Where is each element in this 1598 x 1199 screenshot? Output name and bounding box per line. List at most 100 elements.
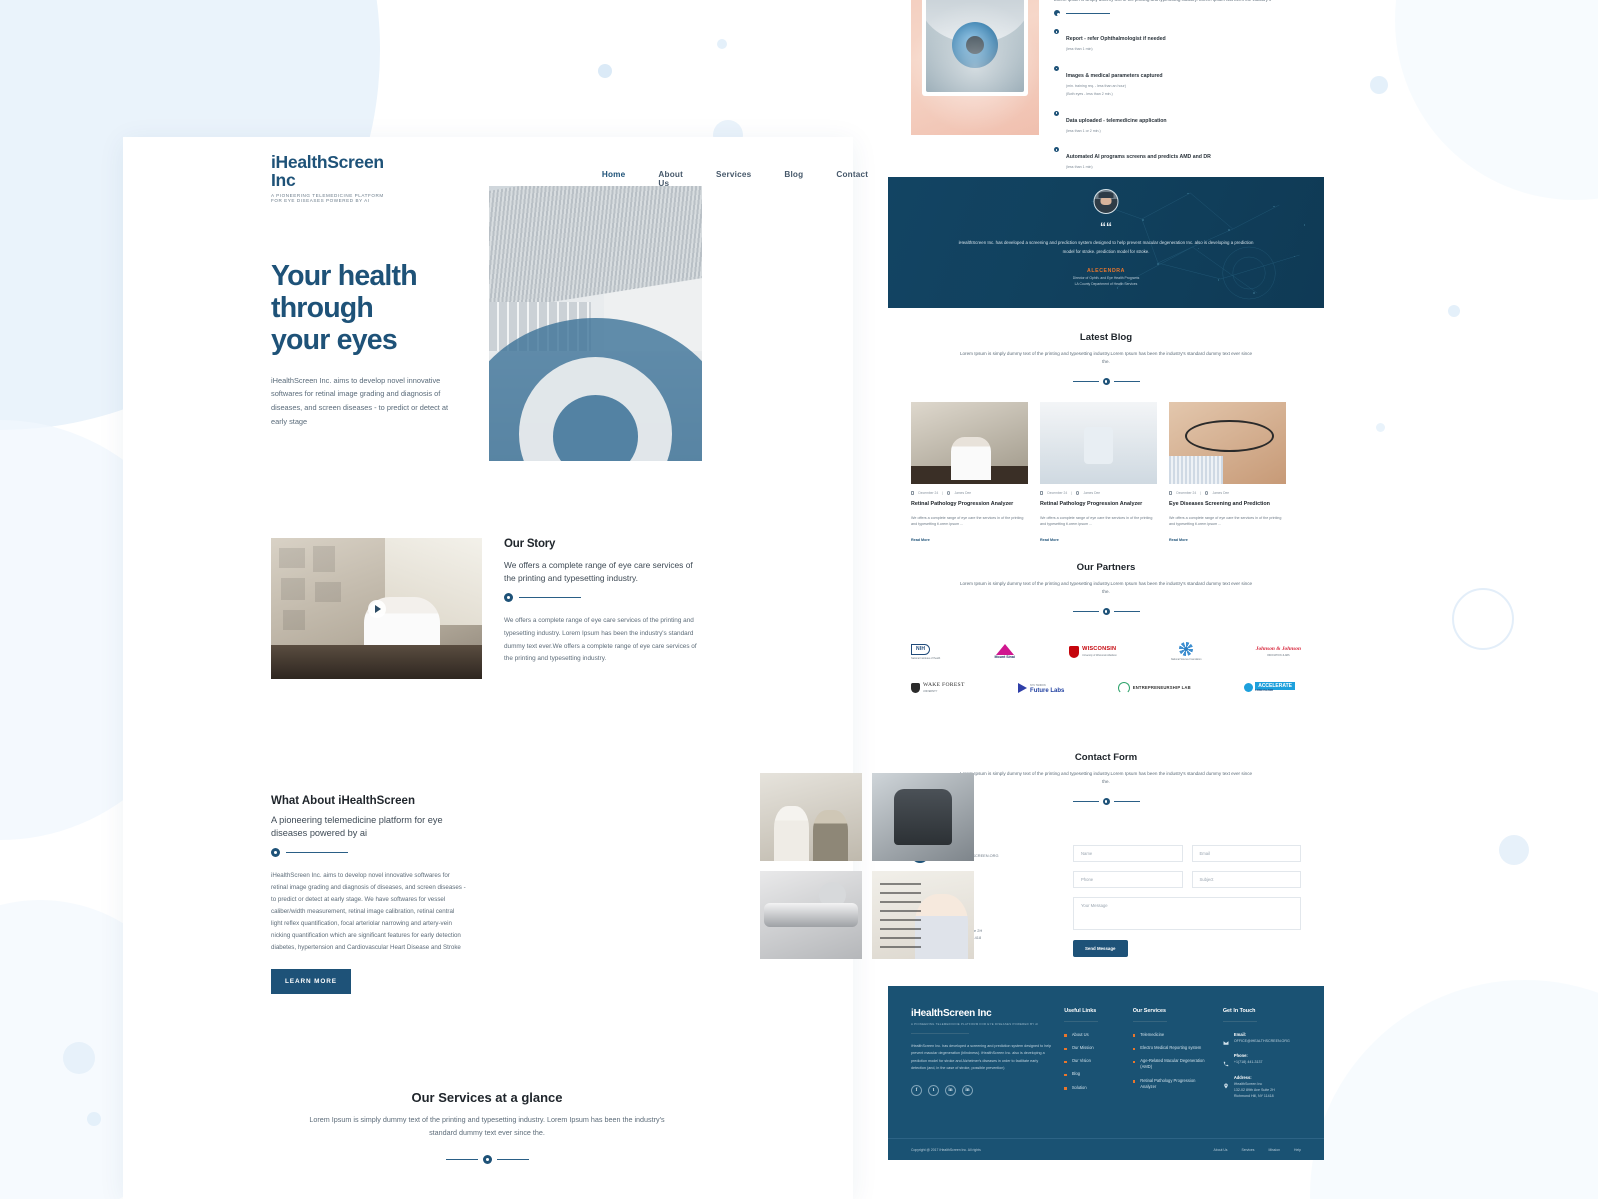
footer-service-item[interactable]: Telemedicine <box>1132 1032 1211 1038</box>
footer-link-about-us[interactable]: About Us <box>1067 1032 1089 1038</box>
what-about-subheading: A pioneering telemedicine platform for e… <box>271 815 443 839</box>
blog-card-title[interactable]: Retinal Pathology Progression Analyzer <box>1040 501 1157 509</box>
section-divider <box>911 377 1301 385</box>
partner-logo-entrepreneurship-lab: ENTREPRENEURSHIP LAB <box>1117 677 1191 699</box>
brand-tagline: A PIONEERING TELEMEDICINE PLATFORM FOR E… <box>271 193 384 203</box>
blog-card-date: December 24 <box>918 490 939 495</box>
footer-service-item[interactable]: Age-Related Macular Degeneration (AMD) <box>1132 1058 1211 1070</box>
footer-service-item[interactable]: Retinal Pathology Progression Analyzer <box>1132 1078 1211 1090</box>
brand-block[interactable]: iHealthScreen Inc A PIONEERING TELEMEDIC… <box>271 152 384 203</box>
blog-card[interactable]: December 24 | James Dee Retinal Patholog… <box>1040 401 1157 546</box>
partner-name-entrepreneurship-lab: ENTREPRENEURSHIP LAB <box>1132 685 1191 691</box>
solution-description: Lorem Ipsum is simply dummy text of the … <box>1054 0 1289 4</box>
blog-card-meta: December 24 | James Dee <box>1040 491 1157 495</box>
footer-rule <box>1132 1021 1167 1022</box>
footer-link-item[interactable]: Our Mission <box>1064 1045 1120 1051</box>
learn-more-button[interactable]: LEARN MORE <box>271 969 351 995</box>
blog-card-read-more[interactable]: Read More <box>911 538 930 542</box>
contact-form-row: Phone Subject <box>1073 870 1301 888</box>
nav-item-services[interactable]: Services <box>716 170 751 188</box>
partner-name-wisconsin: WISCONSIN <box>1082 646 1117 653</box>
blog-description: Lorem Ipsum is simply dummy text of the … <box>959 351 1253 365</box>
footer-bottom-link-help[interactable]: Help <box>1294 1148 1301 1152</box>
blog-card-read-more[interactable]: Read More <box>1040 538 1059 542</box>
footer-columns: iHealthScreen Inc A PIONEERING TELEMEDIC… <box>888 986 1324 1108</box>
email-input[interactable]: Email <box>1191 844 1301 862</box>
wake-forest-shield-icon <box>911 682 920 693</box>
blog-card-title[interactable]: Retinal Pathology Progression Analyzer <box>911 501 1028 509</box>
facebook-icon[interactable]: f <box>911 1084 922 1096</box>
solution-item-note-secondary: (Both eyes - less than 2 min.) <box>1066 91 1113 96</box>
bg-dot-4 <box>1370 76 1388 94</box>
footer-copyright: Copyright @ 2017 iHealthScreen Inc. All … <box>911 1147 981 1152</box>
wisconsin-crest-icon <box>1069 645 1080 658</box>
footer-email-value: OFFICE@IHEALTHSCREEN.ORG <box>1233 1039 1290 1043</box>
eye-icon <box>1054 10 1060 17</box>
contact-form-row: Name Email <box>1073 844 1301 862</box>
nsf-star-icon <box>1179 642 1194 657</box>
footer-link-item[interactable]: Blog <box>1064 1071 1120 1077</box>
footer-link-item[interactable]: About Us <box>1064 1032 1120 1038</box>
partner-logo-grid: NIH National Institutes of Health Mount … <box>911 641 1301 699</box>
solution-item-note: (min. training req. - less than an hour) <box>1066 84 1126 89</box>
blog-card-image <box>1169 401 1286 484</box>
contact-form: Name Email Phone Subject Your Message Se… <box>1061 844 1301 957</box>
our-story-video-thumbnail[interactable] <box>271 538 482 679</box>
footer-link-our-mission[interactable]: Our Mission <box>1067 1045 1094 1051</box>
linkedin-icon[interactable]: in <box>962 1084 973 1096</box>
nav-item-about-us[interactable]: About Us <box>658 170 683 188</box>
partner-sub-nsf: National Science Foundation <box>1170 658 1202 662</box>
blog-card-title[interactable]: Eye Diseases Screening and Prediction <box>1169 501 1286 509</box>
divider-line-right <box>1113 380 1140 382</box>
calendar-icon <box>1169 491 1173 495</box>
blog-card[interactable]: December 24 | James Dee Retinal Patholog… <box>911 401 1028 546</box>
divider-line-left <box>445 1159 478 1161</box>
nav-item-home[interactable]: Home <box>602 170 626 188</box>
testimonial-author-name: ALECENDRA <box>1087 268 1125 274</box>
footer-link-item[interactable]: Solution <box>1064 1085 1120 1091</box>
blog-card-author: James Dee <box>1212 490 1230 495</box>
footer-link-our-vision[interactable]: Our Vision <box>1067 1058 1091 1064</box>
footer-service-amd[interactable]: Age-Related Macular Degeneration (AMD) <box>1135 1058 1211 1070</box>
footer-link-solution[interactable]: Solution <box>1067 1085 1087 1091</box>
footer-service-telemedicine[interactable]: Telemedicine <box>1135 1032 1164 1038</box>
eye-icon <box>1102 797 1110 805</box>
footer-bottom-link-mission[interactable]: Mission <box>1269 1148 1281 1152</box>
subject-input[interactable]: Subject <box>1191 870 1301 888</box>
partners-section: Our Partners Lorem Ipsum is simply dummy… <box>888 562 1324 713</box>
footer-service-electro-medical[interactable]: Electro Medical Reporting system <box>1135 1045 1201 1051</box>
bullet-eye-icon <box>1054 110 1059 116</box>
blog-card[interactable]: December 24 | James Dee Eye Diseases Scr… <box>1169 401 1286 546</box>
footer-bottom-link-services[interactable]: Services <box>1242 1148 1255 1152</box>
send-message-button[interactable]: Send Message <box>1073 939 1128 957</box>
twitter-icon[interactable]: t <box>928 1084 939 1096</box>
bg-dot-7 <box>1499 835 1529 865</box>
footer-link-item[interactable]: Our Vision <box>1064 1058 1120 1064</box>
partner-logo-wisconsin: WISCONSIN University of Wisconsin-Madiso… <box>1069 641 1117 663</box>
blog-section: Latest Blog Lorem Ipsum is simply dummy … <box>888 332 1324 546</box>
footer-bottom-link-about-us[interactable]: About Us <box>1214 1148 1228 1152</box>
user-icon <box>1205 491 1209 495</box>
name-input[interactable]: Name <box>1073 844 1183 862</box>
solution-item-title: Report - refer Ophthalmologist if needed <box>1066 36 1166 43</box>
avatar-face <box>1100 196 1112 205</box>
footer-link-blog[interactable]: Blog <box>1067 1071 1080 1077</box>
brand-title: iHealthScreen Inc <box>271 152 384 190</box>
what-about-section: What About iHealthScreen A pioneering te… <box>271 773 974 995</box>
footer-about-column: iHealthScreen Inc A PIONEERING TELEMEDIC… <box>911 1008 1052 1108</box>
nav-item-blog[interactable]: Blog <box>784 170 803 188</box>
nav-item-contact[interactable]: Contact <box>836 170 868 188</box>
footer-service-retinal-analyzer[interactable]: Retinal Pathology Progression Analyzer <box>1135 1078 1211 1090</box>
divider-line-right <box>1113 800 1140 802</box>
section-divider <box>271 847 467 857</box>
our-story-lead: We offers a complete range of eye care s… <box>504 560 693 584</box>
blog-card-read-more[interactable]: Read More <box>1169 538 1188 542</box>
play-icon[interactable] <box>367 599 386 618</box>
solution-list-item: Images & medical parameters captured (mi… <box>1054 64 1289 98</box>
solution-list-item: Data uploaded - telemedicine application… <box>1054 109 1289 135</box>
message-textarea[interactable]: Your Message <box>1073 896 1301 930</box>
user-icon <box>947 491 951 495</box>
linkedin-icon[interactable]: in <box>945 1084 956 1096</box>
footer-service-item[interactable]: Electro Medical Reporting system <box>1132 1045 1211 1051</box>
phone-input[interactable]: Phone <box>1073 870 1183 888</box>
